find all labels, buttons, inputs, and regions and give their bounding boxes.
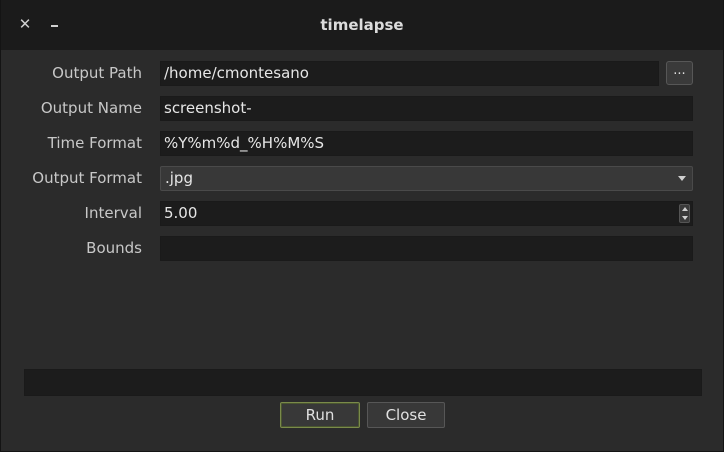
output-format-label: Output Format — [32, 169, 142, 187]
output-name-input[interactable]: screenshot- — [160, 96, 693, 121]
output-format-value: .jpg — [165, 169, 193, 187]
interval-label: Interval — [84, 204, 142, 222]
time-format-input[interactable]: %Y%m%d_%H%M%S — [160, 131, 693, 156]
interval-spinbox[interactable]: 5.00 — [160, 201, 693, 226]
chevron-down-icon — [678, 176, 686, 181]
window-title: timelapse — [320, 16, 404, 34]
run-button[interactable]: Run — [280, 402, 360, 428]
time-format-label: Time Format — [47, 134, 142, 152]
timelapse-window: ✕ timelapse Output Path /home/cmontesano… — [0, 0, 724, 452]
browse-button[interactable]: ... — [666, 61, 693, 85]
interval-spin-buttons[interactable] — [679, 204, 690, 223]
output-path-input[interactable]: /home/cmontesano — [160, 61, 659, 86]
status-bar — [24, 369, 702, 396]
bounds-input[interactable] — [160, 236, 693, 261]
close-button[interactable]: Close — [367, 402, 445, 428]
chevron-down-icon[interactable] — [681, 216, 688, 220]
output-format-select[interactable]: .jpg — [160, 166, 693, 191]
interval-value: 5.00 — [164, 204, 198, 222]
title-bar[interactable]: ✕ timelapse — [1, 0, 723, 50]
bounds-label: Bounds — [86, 239, 142, 257]
output-name-label: Output Name — [40, 99, 142, 117]
output-path-label: Output Path — [52, 64, 142, 82]
chevron-up-icon[interactable] — [681, 207, 688, 211]
